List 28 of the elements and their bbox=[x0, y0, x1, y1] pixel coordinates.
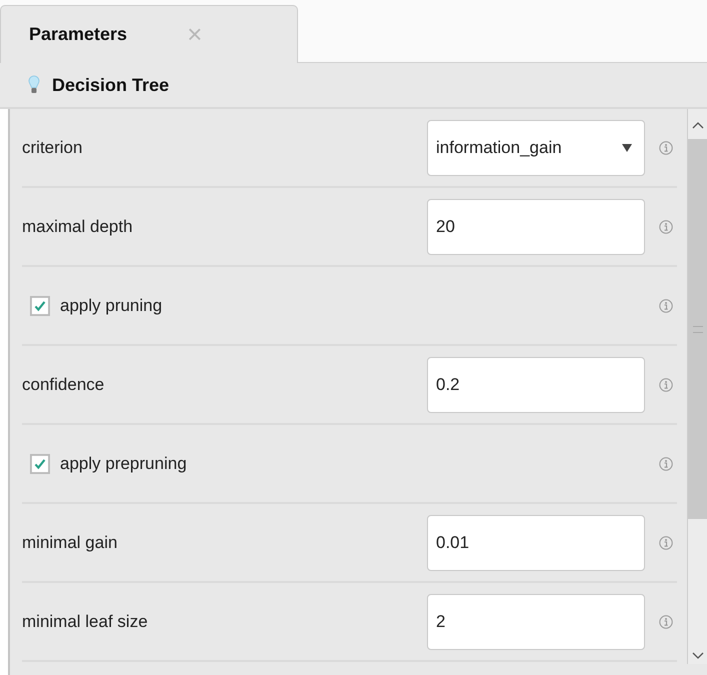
input-field[interactable]: 2 bbox=[427, 594, 645, 650]
info-icon[interactable] bbox=[659, 298, 673, 312]
parameters-tab[interactable]: Parameters × bbox=[0, 5, 298, 63]
input-field[interactable]: 0.2 bbox=[427, 356, 645, 412]
input-field[interactable]: 0.01 bbox=[427, 514, 645, 570]
info-icon[interactable] bbox=[659, 378, 673, 392]
lightbulb-icon bbox=[28, 75, 40, 95]
info-icon[interactable] bbox=[659, 456, 673, 470]
parameter-label: minimal gain bbox=[22, 532, 118, 552]
scrollbar[interactable] bbox=[687, 109, 707, 664]
info-icon[interactable] bbox=[659, 220, 673, 234]
caret-icon[interactable] bbox=[622, 144, 632, 152]
parameter-label: confidence bbox=[22, 374, 106, 394]
parameter-label: apply prepruning bbox=[60, 454, 188, 474]
parameter-label: minimal leaf size bbox=[22, 612, 149, 632]
criterion-dropdown[interactable]: information_gain bbox=[427, 120, 645, 176]
info-icon[interactable] bbox=[659, 614, 673, 628]
scroll-up-icon[interactable] bbox=[692, 122, 703, 128]
checkbox[interactable] bbox=[30, 296, 50, 316]
parameter-label: apply pruning bbox=[60, 296, 164, 316]
input-field[interactable]: 20 bbox=[427, 198, 645, 254]
info-icon[interactable] bbox=[659, 140, 673, 154]
scroll-down-icon[interactable] bbox=[692, 652, 703, 659]
operator-title: Decision Tree bbox=[52, 74, 170, 96]
parameter-label: maximal depth bbox=[22, 216, 134, 236]
info-icon[interactable] bbox=[659, 536, 673, 550]
checkbox[interactable] bbox=[30, 454, 50, 474]
parameter-label: criterion bbox=[22, 138, 84, 158]
